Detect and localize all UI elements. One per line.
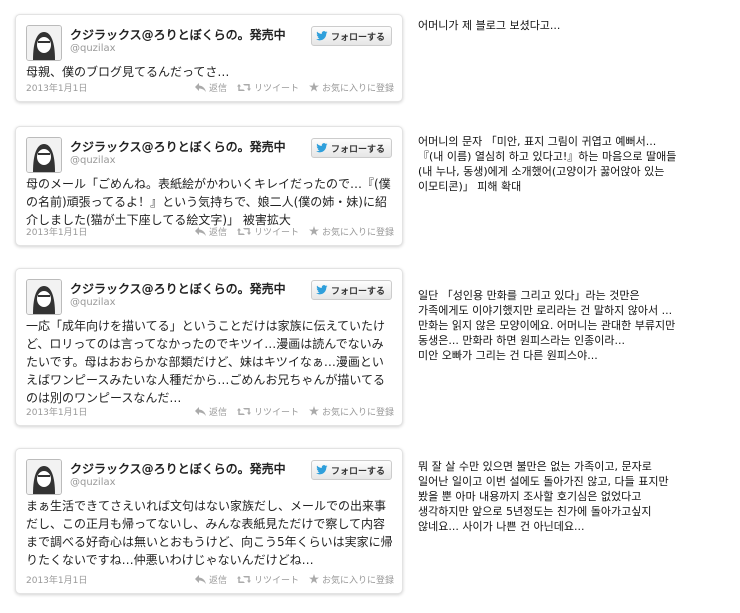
tweet-card: クジラックス@ろりとぼくらの。発売中 @quzilax フォローする 一応「成年… xyxy=(15,268,403,426)
reply-icon xyxy=(194,406,206,416)
retweet-action[interactable]: リツイート xyxy=(236,225,299,238)
reply-action[interactable]: 返信 xyxy=(194,225,227,238)
retweet-action[interactable]: リツイート xyxy=(236,81,299,94)
retweet-icon xyxy=(236,227,251,235)
tweet-text: 母のメール「ごめんね。表紙絵がかわいくキレイだったので…『(僕の名前)頑張ってる… xyxy=(26,177,391,227)
retweet-label: リツイート xyxy=(253,575,299,586)
retweet-icon xyxy=(236,407,251,415)
retweet-icon xyxy=(236,575,251,583)
display-name[interactable]: クジラックス@ろりとぼくらの。発売中 xyxy=(70,280,286,297)
star-icon xyxy=(308,226,319,236)
username[interactable]: @quzilax xyxy=(70,477,116,488)
retweet-action[interactable]: リツイート xyxy=(236,573,299,586)
follow-button[interactable]: フォローする xyxy=(310,138,392,158)
username[interactable]: @quzilax xyxy=(70,43,116,54)
retweet-action[interactable]: リツイート xyxy=(236,405,299,418)
reply-icon xyxy=(194,574,206,584)
avatar[interactable] xyxy=(26,137,62,173)
reply-label: 返信 xyxy=(208,407,227,418)
translation-note: 일단 「성인용 만화를 그리고 있다」라는 것만은 가족에게도 이야기했지만 로… xyxy=(418,289,676,362)
star-icon xyxy=(308,82,319,92)
tweet-footer: 2013年1月1日 返信 リツイート お気に入りに登録 xyxy=(26,80,394,94)
favorite-action[interactable]: お気に入りに登録 xyxy=(308,81,394,94)
reply-label: 返信 xyxy=(208,83,227,94)
tweet-card: クジラックス@ろりとぼくらの。発売中 @quzilax フォローする 母親、僕の… xyxy=(15,14,403,102)
retweet-label: リツイート xyxy=(253,227,299,238)
display-name[interactable]: クジラックス@ろりとぼくらの。発売中 xyxy=(70,460,286,477)
translation-note: 어머니의 문자 「미안, 표지 그림이 귀엽고 예뻐서... 『(내 이름) 열… xyxy=(418,135,677,193)
tweet-date[interactable]: 2013年1月1日 xyxy=(26,225,185,238)
follow-button[interactable]: フォローする xyxy=(310,26,392,46)
follow-label: フォローする xyxy=(330,32,385,43)
reply-icon xyxy=(194,82,206,92)
reply-label: 返信 xyxy=(208,575,227,586)
star-icon xyxy=(308,574,319,584)
reply-label: 返信 xyxy=(208,227,227,238)
tweet-card: クジラックス@ろりとぼくらの。発売中 @quzilax フォローする 母のメール… xyxy=(15,126,403,246)
star-icon xyxy=(308,406,319,416)
tweet-date[interactable]: 2013年1月1日 xyxy=(26,81,185,94)
reply-icon xyxy=(194,226,206,236)
reply-action[interactable]: 返信 xyxy=(194,573,227,586)
display-name[interactable]: クジラックス@ろりとぼくらの。発売中 xyxy=(70,138,286,155)
tweet-footer: 2013年1月1日 返信 リツイート お気に入りに登録 xyxy=(26,572,394,586)
reply-action[interactable]: 返信 xyxy=(194,405,227,418)
avatar[interactable] xyxy=(26,279,62,315)
favorite-label: お気に入りに登録 xyxy=(321,407,394,418)
translation-note: 어머니가 제 블로그 보셨다고... xyxy=(418,19,561,32)
tweet-footer: 2013年1月1日 返信 リツイート お気に入りに登録 xyxy=(26,404,394,418)
username[interactable]: @quzilax xyxy=(70,297,116,308)
tweet-date[interactable]: 2013年1月1日 xyxy=(26,405,185,418)
follow-button[interactable]: フォローする xyxy=(310,280,392,300)
tweet-footer: 2013年1月1日 返信 リツイート お気に入りに登録 xyxy=(26,224,394,238)
favorite-action[interactable]: お気に入りに登録 xyxy=(308,405,394,418)
follow-button[interactable]: フォローする xyxy=(310,460,392,480)
twitter-bird-icon xyxy=(316,285,328,295)
avatar[interactable] xyxy=(26,459,62,495)
tweet-card: クジラックス@ろりとぼくらの。発売中 @quzilax フォローする まぁ生活で… xyxy=(15,448,403,594)
favorite-label: お気に入りに登録 xyxy=(321,575,394,586)
reply-action[interactable]: 返信 xyxy=(194,81,227,94)
favorite-label: お気に入りに登録 xyxy=(321,83,394,94)
avatar[interactable] xyxy=(26,25,62,61)
retweet-label: リツイート xyxy=(253,407,299,418)
follow-label: フォローする xyxy=(330,286,385,297)
tweet-date[interactable]: 2013年1月1日 xyxy=(26,573,185,586)
follow-label: フォローする xyxy=(330,466,385,477)
favorite-action[interactable]: お気に入りに登録 xyxy=(308,573,394,586)
twitter-bird-icon xyxy=(316,143,328,153)
username[interactable]: @quzilax xyxy=(70,155,116,166)
display-name[interactable]: クジラックス@ろりとぼくらの。発売中 xyxy=(70,26,286,43)
tweet-text: 母親、僕のブログ見てるんだってさ… xyxy=(26,65,230,79)
favorite-action[interactable]: お気に入りに登録 xyxy=(308,225,394,238)
tweet-text: 一応「成年向けを描いてる」ということだけは家族に伝えていたけど、ロリってのは言っ… xyxy=(26,319,386,405)
retweet-icon xyxy=(236,83,251,91)
retweet-label: リツイート xyxy=(253,83,299,94)
follow-label: フォローする xyxy=(330,144,385,155)
favorite-label: お気に入りに登録 xyxy=(321,227,394,238)
twitter-bird-icon xyxy=(316,465,328,475)
twitter-bird-icon xyxy=(316,31,328,41)
tweet-text: まぁ生活できてさえいれば文句はない家族だし、メールでの出来事だし、この正月も帰っ… xyxy=(26,499,393,567)
translation-note: 뭐 잘 살 수만 있으면 불만은 없는 가족이고, 문자로 일어난 일이고 이번… xyxy=(418,460,669,533)
